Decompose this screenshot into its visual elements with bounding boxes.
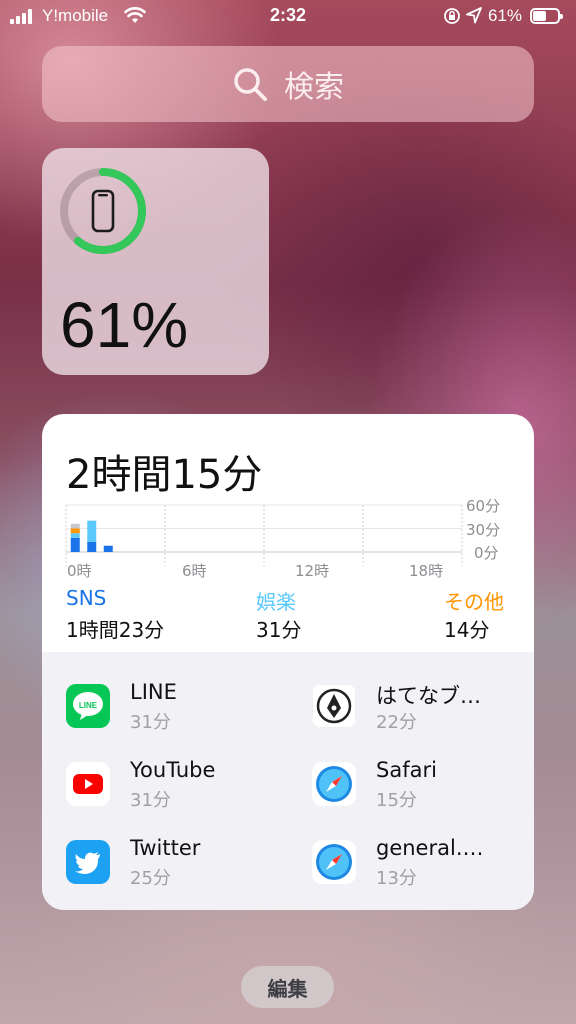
orientation-lock-icon — [444, 8, 460, 24]
bar-segment — [87, 520, 97, 542]
bar-segment — [70, 523, 80, 529]
app-usage-list: LINE LINE 31分 はてなブ… 22分 YouTube 31分 Safa… — [42, 652, 534, 910]
safari-icon — [312, 762, 356, 806]
app-duration: 31分 — [130, 712, 171, 733]
x-tick-label: 6時 — [182, 562, 207, 580]
app-duration: 31分 — [130, 790, 171, 811]
category-entertainment-value: 31分 — [256, 618, 302, 642]
iphone-icon — [91, 189, 115, 233]
battery-widget[interactable]: 61% — [42, 148, 269, 375]
bar-segment — [70, 528, 80, 534]
app-name: はてなブ… — [376, 684, 481, 708]
battery-widget-percent: 61% — [60, 289, 189, 361]
search-bar[interactable]: 検索 — [42, 46, 534, 122]
category-other-label: その他 — [444, 590, 504, 614]
line-icon: LINE — [66, 684, 110, 728]
app-item-line[interactable]: LINE LINE 31分 — [66, 680, 286, 733]
x-tick-label: 0時 — [67, 562, 92, 580]
location-icon — [466, 7, 482, 24]
search-placeholder: 検索 — [284, 70, 344, 105]
app-item-youtube[interactable]: YouTube 31分 — [66, 758, 286, 811]
x-tick-label: 12時 — [295, 562, 330, 580]
app-item-general[interactable]: general.… 13分 — [312, 836, 532, 889]
app-name: Safari — [376, 758, 437, 782]
youtube-icon — [66, 762, 110, 806]
y-tick-label: 60分 — [466, 497, 501, 515]
category-entertainment-label: 娯楽 — [256, 590, 296, 614]
app-duration: 15分 — [376, 790, 417, 811]
app-duration: 22分 — [376, 712, 417, 733]
category-sns-label: SNS — [66, 586, 107, 610]
screen-time-widget[interactable]: 2時間15分 0時 6時 12時 18時 60分 30分 0分 SNS 1時間2… — [42, 414, 534, 910]
svg-text:LINE: LINE — [79, 701, 98, 710]
battery-ring — [60, 168, 146, 254]
category-other-value: 14分 — [444, 618, 490, 642]
search-icon — [234, 68, 267, 101]
app-name: general.… — [376, 836, 484, 860]
hatena-blog-icon — [312, 684, 356, 728]
bar-segment — [87, 541, 97, 552]
app-duration: 13分 — [376, 868, 417, 889]
app-name: Twitter — [130, 836, 201, 860]
twitter-icon — [66, 840, 110, 884]
category-sns-value: 1時間23分 — [66, 618, 165, 642]
usage-chart — [65, 504, 463, 566]
battery-icon — [530, 8, 563, 24]
app-item-hatena[interactable]: はてなブ… 22分 — [312, 682, 532, 733]
safari-icon — [312, 840, 356, 884]
screen-time-total: 2時間15分 — [66, 452, 263, 498]
app-item-twitter[interactable]: Twitter 25分 — [66, 836, 286, 889]
bar-segment — [70, 537, 80, 552]
edit-button[interactable]: 編集 — [241, 966, 334, 1008]
y-tick-label: 30分 — [466, 521, 501, 539]
bar-segment — [70, 533, 80, 538]
app-name: LINE — [130, 680, 177, 704]
app-name: YouTube — [130, 758, 216, 782]
bar-segment — [103, 545, 113, 552]
battery-percent: 61% — [488, 6, 523, 25]
app-item-safari[interactable]: Safari 15分 — [312, 758, 532, 811]
status-bar: Y!mobile 2:32 61% — [0, 0, 576, 34]
x-tick-label: 18時 — [409, 562, 444, 580]
y-tick-label: 0分 — [474, 544, 499, 562]
app-duration: 25分 — [130, 868, 171, 889]
